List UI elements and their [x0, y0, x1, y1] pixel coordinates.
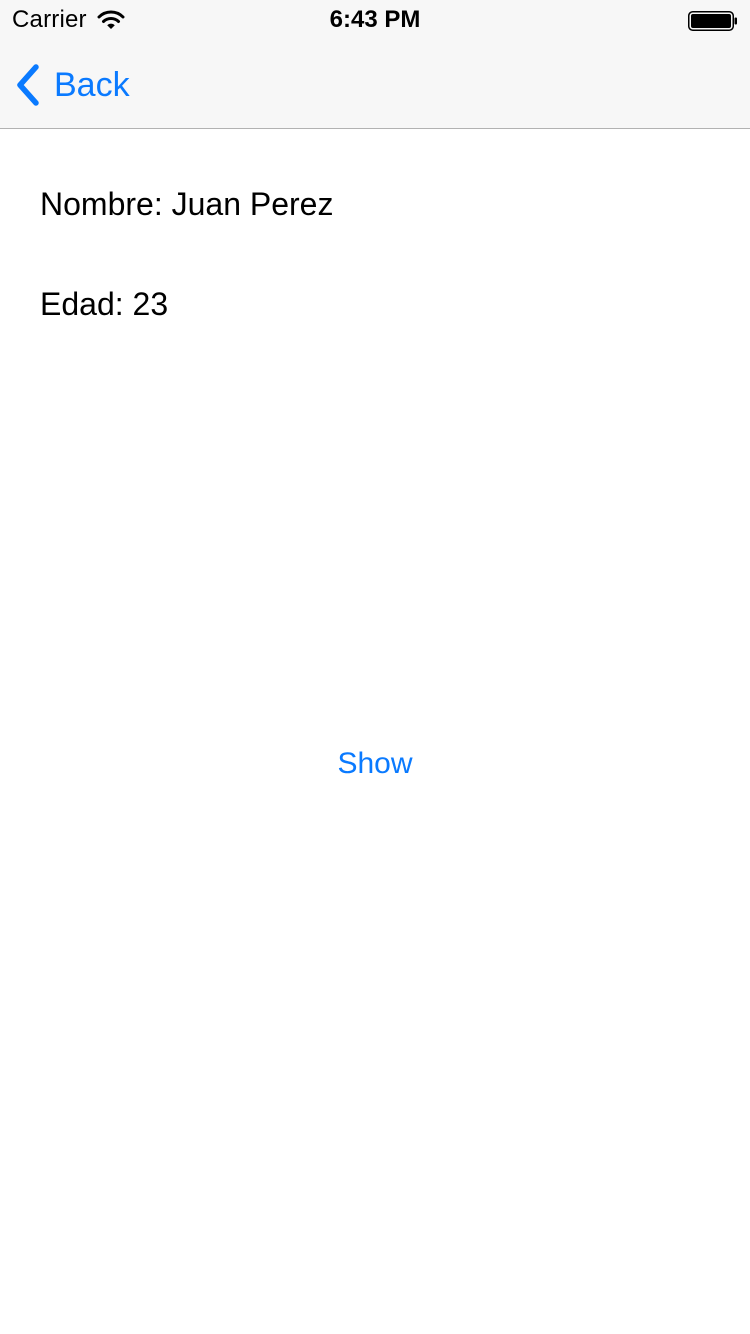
age-label: Edad: 23: [40, 286, 169, 322]
status-bar: Carrier 6:43 PM: [0, 0, 750, 40]
status-time: 6:43 PM: [329, 6, 421, 33]
back-button[interactable]: Back: [14, 62, 130, 108]
battery-icon: [688, 11, 737, 31]
name-label: Nombre: Juan Perez: [40, 186, 334, 222]
navigation-bar: Back: [0, 40, 750, 129]
show-button[interactable]: Show: [0, 744, 750, 784]
chevron-left-icon: [17, 64, 39, 106]
back-label: Back: [54, 66, 130, 104]
